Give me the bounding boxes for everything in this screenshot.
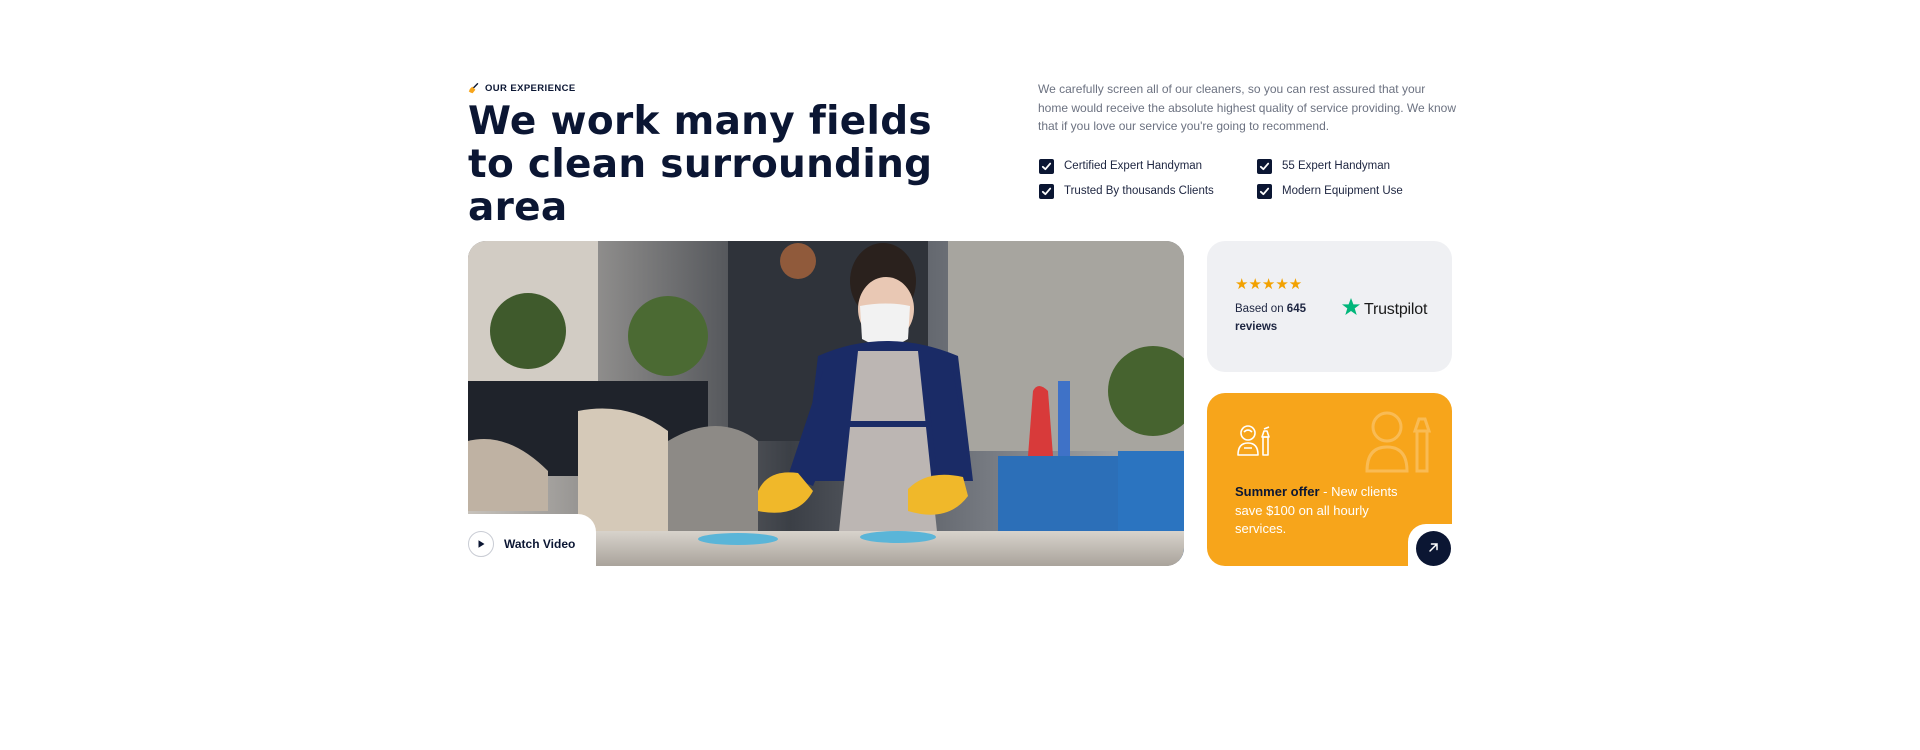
feature-item: Modern Equipment Use — [1257, 183, 1457, 199]
trustpilot-card: ★★★★★ Based on 645 reviews Trustpilot — [1207, 241, 1452, 372]
watch-video-label: Watch Video — [504, 537, 576, 551]
intro-paragraph: We carefully screen all of our cleaners,… — [1038, 82, 1457, 133]
feature-label: 55 Expert Handyman — [1282, 160, 1391, 172]
broom-icon — [468, 83, 479, 94]
rating-stars: ★★★★★ — [1235, 276, 1303, 293]
watch-video-button[interactable]: Watch Video — [468, 531, 575, 557]
arrow-up-right-icon — [1428, 540, 1439, 558]
offer-title: Summer offer — [1235, 484, 1320, 499]
review-suffix: reviews — [1235, 321, 1278, 333]
cleaner-with-spray-icon — [1357, 403, 1437, 488]
feature-item: 55 Expert Handyman — [1257, 158, 1457, 174]
feature-label: Certified Expert Handyman — [1064, 160, 1203, 172]
checkbox-checked-icon — [1039, 183, 1054, 199]
review-prefix: Based on — [1235, 303, 1287, 315]
play-icon — [468, 531, 494, 557]
feature-label: Modern Equipment Use — [1282, 185, 1403, 197]
feature-label: Trusted By thousands Clients — [1064, 185, 1214, 197]
feature-item: Trusted By thousands Clients — [1039, 183, 1257, 199]
offer-text: Summer offer - New clients save $100 on … — [1235, 483, 1415, 539]
section-eyebrow: OUR EXPERIENCE — [468, 83, 576, 94]
feature-list: Certified Expert Handyman 55 Expert Hand… — [1039, 158, 1459, 199]
cleaner-with-spray-icon — [1233, 421, 1273, 466]
section-title: We work many fields to clean surrounding… — [468, 99, 933, 230]
review-count-text: Based on 645 reviews — [1235, 300, 1325, 336]
review-count: 645 — [1286, 303, 1306, 315]
checkbox-checked-icon — [1257, 158, 1272, 174]
trustpilot-wordmark: Trustpilot — [1364, 300, 1428, 318]
offer-arrow-button[interactable] — [1416, 531, 1451, 566]
checkbox-checked-icon — [1039, 158, 1054, 174]
feature-item: Certified Expert Handyman — [1039, 158, 1257, 174]
experience-section: OUR EXPERIENCE We work many fields to cl… — [468, 80, 1464, 580]
trustpilot-logo[interactable]: Trustpilot — [1341, 297, 1427, 322]
checkbox-checked-icon — [1257, 183, 1272, 199]
trustpilot-star-icon — [1341, 297, 1361, 322]
eyebrow-label: OUR EXPERIENCE — [485, 83, 576, 94]
